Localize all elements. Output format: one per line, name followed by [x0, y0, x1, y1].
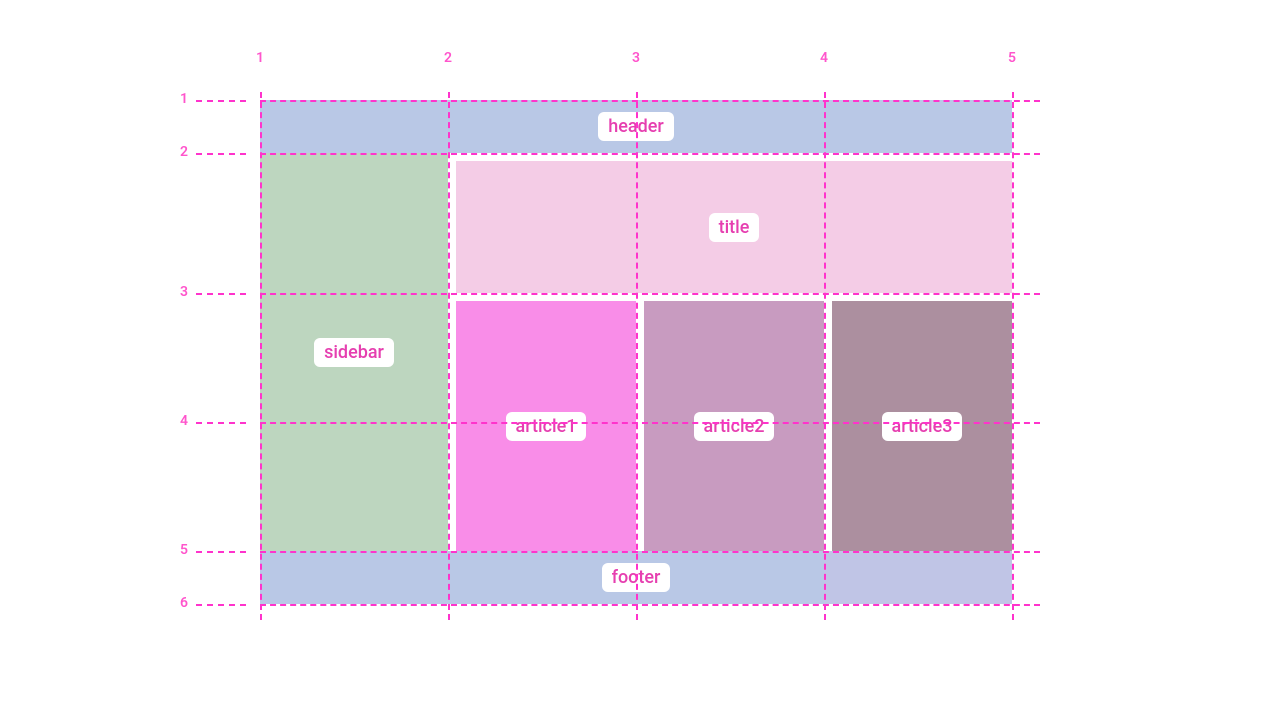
row-line-4-left	[196, 422, 246, 424]
row-number-5: 5	[180, 542, 188, 558]
region-label-article3: article3	[882, 412, 963, 441]
row-line-2	[260, 153, 1040, 155]
row-line-1	[260, 100, 1040, 102]
region-label-article1: article1	[506, 412, 587, 441]
col-number-3: 3	[632, 50, 640, 66]
region-label-article2: article2	[694, 412, 775, 441]
row-line-3-left	[196, 293, 246, 295]
row-line-3	[260, 293, 1040, 295]
col-line-1	[260, 92, 262, 620]
col-line-2	[448, 92, 450, 620]
region-article2: article2	[644, 301, 824, 551]
row-number-6: 6	[180, 595, 188, 611]
row-number-2: 2	[180, 144, 188, 160]
region-label-title: title	[709, 213, 760, 242]
row-line-6	[260, 604, 1040, 606]
col-number-1: 1	[256, 50, 264, 66]
row-line-5-left	[196, 551, 246, 553]
grid-diagram: headersidebartitlearticle1article2articl…	[180, 40, 1080, 660]
region-title: title	[456, 161, 1012, 293]
col-line-4	[824, 92, 826, 620]
col-number-2: 2	[444, 50, 452, 66]
col-line-3	[636, 92, 638, 620]
row-line-1-left	[196, 100, 246, 102]
row-number-1: 1	[180, 91, 188, 107]
region-article1: article1	[456, 301, 636, 551]
region-label-sidebar: sidebar	[314, 338, 394, 367]
row-number-4: 4	[180, 413, 188, 429]
col-number-5: 5	[1008, 50, 1016, 66]
col-number-4: 4	[820, 50, 828, 66]
row-line-5	[260, 551, 1040, 553]
region-sidebar: sidebar	[260, 153, 448, 551]
region-footer-right-strip	[824, 551, 1012, 604]
row-number-3: 3	[180, 284, 188, 300]
row-line-2-left	[196, 153, 246, 155]
col-line-5	[1012, 92, 1014, 620]
row-line-6-left	[196, 604, 246, 606]
region-article3: article3	[832, 301, 1012, 551]
row-line-4	[260, 422, 1040, 424]
